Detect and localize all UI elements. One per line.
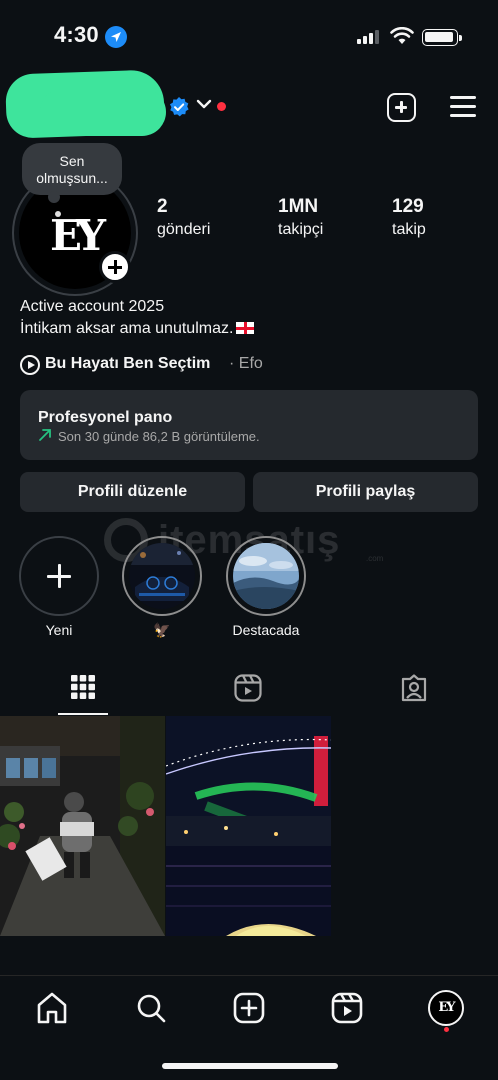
- stat-following[interactable]: 129 takip: [392, 196, 426, 239]
- play-icon[interactable]: [20, 355, 40, 375]
- highlight-label: Yeni: [45, 622, 73, 638]
- stat-value: 1MN: [278, 196, 319, 217]
- plus-icon: [47, 564, 71, 588]
- notification-dot: [444, 1027, 449, 1032]
- grid-icon: [71, 675, 95, 699]
- profile-icon[interactable]: EY: [428, 990, 464, 1026]
- search-icon[interactable]: [131, 990, 171, 1026]
- location-arrow-icon: [105, 26, 127, 48]
- highlight-new[interactable]: Yeni: [18, 536, 100, 638]
- highlight-cover: [233, 543, 299, 609]
- dashboard-title: Profesyonel pano: [38, 409, 173, 426]
- chevron-down-icon[interactable]: [196, 98, 212, 110]
- tagged-icon: [401, 674, 427, 702]
- home-icon[interactable]: [32, 990, 72, 1026]
- verified-icon: [170, 97, 189, 117]
- share-profile-button[interactable]: Profili paylaş: [253, 472, 478, 512]
- tab-reels[interactable]: [166, 666, 332, 716]
- signal-icon: [357, 30, 379, 44]
- professional-dashboard[interactable]: Profesyonel pano Son 30 günde 86,2 B gör…: [20, 390, 478, 460]
- profile-icon-logo: EY: [438, 1000, 455, 1015]
- wifi-icon: [390, 27, 414, 44]
- profile-tabs: [0, 666, 498, 716]
- bio: Active account 2025 İntikam aksar ama un…: [20, 296, 255, 340]
- reels-icon[interactable]: [327, 990, 367, 1026]
- stat-label: takip: [392, 221, 426, 238]
- stat-value: 129: [392, 196, 424, 217]
- edit-profile-button[interactable]: Profili düzenle: [20, 472, 245, 512]
- post-thumbnail[interactable]: [0, 716, 165, 936]
- highlight-item[interactable]: 🦅: [121, 536, 203, 639]
- music-title: Bu Hayatı Ben Seçtim: [45, 355, 211, 372]
- georgia-flag-icon: [236, 322, 255, 334]
- highlight-item[interactable]: Destacada: [225, 536, 307, 638]
- highlight-label: 🦅: [153, 622, 171, 638]
- trend-up-icon: [39, 429, 51, 441]
- create-icon[interactable]: [387, 93, 416, 122]
- dashboard-subtitle: Son 30 günde 86,2 B görüntüleme.: [58, 429, 260, 444]
- reels-icon: [234, 674, 262, 702]
- watermark-sub: .com: [366, 554, 384, 563]
- status-bar: 4:30: [0, 0, 498, 70]
- note-text: Sen olmuşsun...: [36, 153, 108, 186]
- create-icon[interactable]: [229, 990, 269, 1026]
- bottom-nav: EY: [0, 975, 498, 1080]
- tab-posts[interactable]: [0, 666, 166, 716]
- stat-followers[interactable]: 1MN takipçi: [278, 196, 323, 239]
- note-bubble[interactable]: Sen olmuşsun...: [22, 143, 122, 203]
- highlight-label: Destacada: [232, 622, 300, 638]
- highlight-cover: [129, 543, 195, 609]
- stat-posts[interactable]: 2 gönderi: [157, 196, 210, 239]
- add-story-icon[interactable]: [99, 251, 131, 283]
- status-time: 4:30: [54, 22, 99, 47]
- stat-label: gönderi: [157, 221, 211, 238]
- bio-line-1: Active account 2025: [20, 298, 165, 315]
- battery-icon: [422, 29, 462, 46]
- active-tab-indicator: [58, 713, 108, 715]
- menu-icon[interactable]: [450, 96, 476, 118]
- username-redaction: [40, 88, 166, 136]
- profile-header: [0, 69, 498, 145]
- tab-tagged[interactable]: [332, 666, 498, 716]
- bio-line-2: İntikam aksar ama unutulmaz.: [20, 320, 234, 337]
- post-thumbnail[interactable]: [166, 716, 331, 936]
- music-artist: · Efo: [229, 355, 263, 372]
- stat-label: takipçi: [278, 221, 324, 238]
- home-indicator: [162, 1063, 338, 1069]
- notification-dot: [217, 102, 226, 111]
- stat-value: 2: [157, 196, 168, 217]
